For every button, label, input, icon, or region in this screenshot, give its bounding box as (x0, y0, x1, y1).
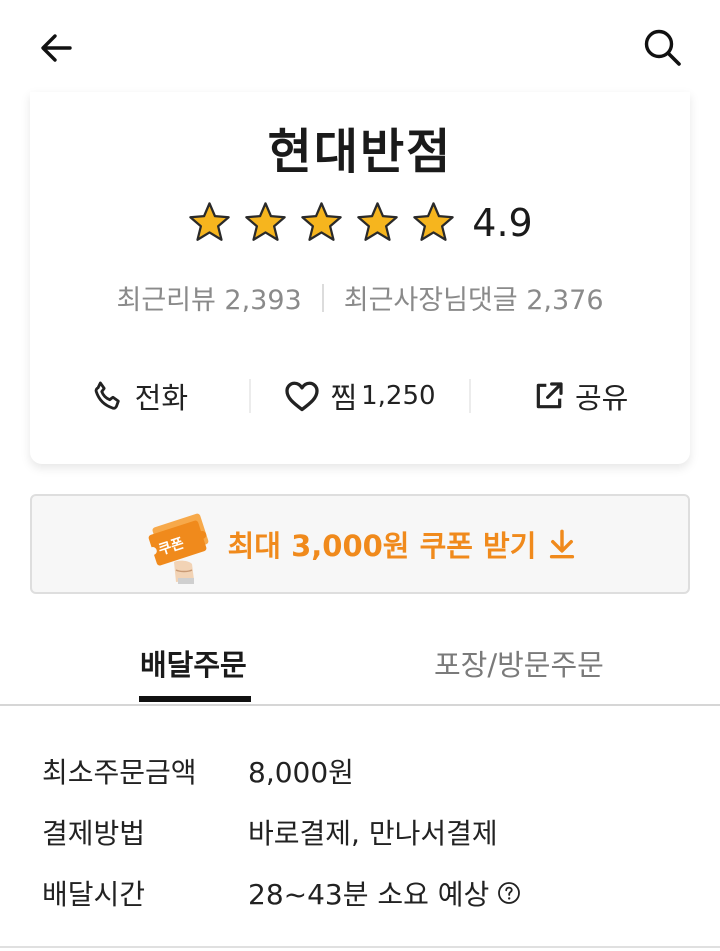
rating-stars (187, 200, 456, 245)
share-icon (536, 382, 563, 409)
delivery-time-text: 28~43분 소요 예상 (248, 877, 490, 911)
payment-method-label: 결제방법 (42, 816, 146, 850)
search-icon (644, 29, 681, 66)
like-label: 찜 (330, 381, 358, 415)
min-order-label: 최소주문금액 (42, 755, 197, 789)
arrow-left-icon (41, 34, 72, 62)
star-icon (189, 202, 231, 241)
star-icon (413, 202, 455, 241)
download-arrow-icon (550, 529, 575, 559)
back-button[interactable] (30, 22, 82, 74)
store-info-card: 현대반점 4.9 최근리뷰 2,393 최근사장님댓글 2,376 전화 찜 1… (30, 92, 690, 464)
delivery-time-value: 28~43분 소요 예상 (248, 873, 521, 913)
info-row: 결제방법 바로결제, 만나서결제 (42, 801, 692, 862)
rating-row[interactable]: 4.9 (30, 200, 690, 245)
rating-value: 4.9 (472, 200, 533, 245)
store-actions: 전화 찜 1,250 공유 (30, 368, 690, 424)
divider (321, 283, 324, 312)
like-count: 1,250 (361, 381, 436, 411)
heart-icon (285, 381, 320, 412)
min-order-value: 8,000원 (248, 755, 354, 789)
search-button[interactable] (636, 22, 690, 74)
tab-delivery-order[interactable]: 배달주문 (140, 642, 247, 684)
top-bar (0, 0, 720, 96)
store-name: 현대반점 (267, 124, 453, 180)
share-button[interactable]: 공유 (471, 375, 690, 417)
like-button[interactable]: 찜 1,250 (251, 375, 470, 417)
info-row: 최소주문금액 8,000원 (42, 740, 692, 801)
share-label: 공유 (574, 381, 629, 415)
owner-replies-count[interactable]: 최근사장님댓글 2,376 (344, 278, 604, 317)
star-icon (357, 202, 399, 241)
question-circle-icon[interactable] (497, 881, 521, 905)
delivery-time-label: 배달시간 (42, 877, 146, 911)
recent-reviews-count[interactable]: 최근리뷰 2,393 (116, 278, 301, 317)
phone-icon (94, 381, 120, 410)
coupon-download-button[interactable]: 쿠폰 최대 3,000원 쿠폰 받기 (30, 494, 690, 594)
coupon-label: 최대 3,000원 쿠폰 받기 (227, 529, 537, 563)
divider (0, 946, 720, 948)
review-stats[interactable]: 최근리뷰 2,393 최근사장님댓글 2,376 (30, 278, 690, 317)
info-row: 배달시간 28~43분 소요 예상 (42, 862, 692, 923)
call-label: 전화 (134, 381, 189, 415)
call-button[interactable]: 전화 (30, 375, 249, 417)
tab-pickup-order[interactable]: 포장/방문주문 (434, 642, 604, 684)
active-tab-indicator (139, 696, 251, 702)
coupon-hand-icon: 쿠폰 (148, 513, 208, 584)
star-icon (245, 202, 287, 241)
star-icon (301, 202, 343, 241)
order-info: 최소주문금액 8,000원 결제방법 바로결제, 만나서결제 배달시간 28~4… (42, 740, 692, 923)
order-type-tabs: 배달주문 포장/방문주문 (0, 620, 720, 706)
payment-method-value: 바로결제, 만나서결제 (248, 816, 498, 850)
